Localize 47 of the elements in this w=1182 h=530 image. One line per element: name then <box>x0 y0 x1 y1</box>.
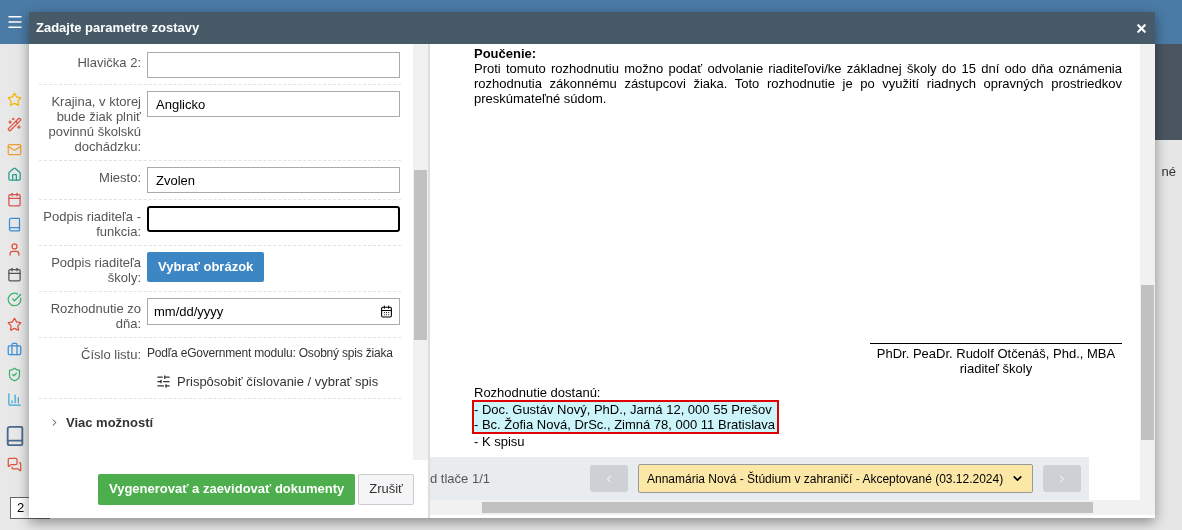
field-label: Podpis riaditeľa školy: <box>50 254 141 285</box>
briefcase-icon[interactable] <box>7 342 22 357</box>
shield-icon[interactable] <box>7 367 22 382</box>
document-select[interactable]: Annamária Nová - Štúdium v zahraničí - Akceptované (03.12.2024) <box>638 464 1034 493</box>
field-label: Rozhodnutie zo dňa: <box>49 300 141 331</box>
cancel-button[interactable]: Zrušiť <box>358 473 414 505</box>
scrollbar[interactable] <box>1140 44 1155 500</box>
field-label: Krajina, v ktorej bude žiak plniť povinnú školskú dochádzku: <box>47 93 141 154</box>
field-value: Podľa eGovernment modulu: Osobný spis žiaka <box>147 345 393 362</box>
signature-name: PhDr. PeaDr. Rudolf Otčenáš, Phd., MBA <box>876 346 1116 361</box>
scrollbar[interactable] <box>430 500 1155 515</box>
paragraph: Proti tomuto rozhodnutiu možno podať odvolanie riaditeľovi/ke základnej školy do 15 dní odo dňa oznámenia rozhodnutia zákonnému zástupcovi žiaka. Toto rozhodnutie je po využití riadnych opravných prostriedkov preskúmateľné súdom. <box>474 61 1122 106</box>
recipient-line: - K spisu <box>474 434 526 449</box>
user-icon[interactable] <box>7 242 22 257</box>
text-field[interactable] <box>147 206 400 232</box>
wand-icon[interactable] <box>7 117 22 132</box>
select-image-button[interactable]: Vybrať obrázok <box>147 252 265 282</box>
field-label: Hlavička 2: <box>76 54 141 72</box>
section-heading: Poučenie: <box>474 46 538 61</box>
scrollbar-thumb[interactable] <box>1141 285 1154 440</box>
sliders-icon <box>156 374 171 390</box>
text-field[interactable]: Anglicko <box>147 91 400 117</box>
scrollbar-thumb[interactable] <box>414 170 427 340</box>
field-label: Číslo listu: <box>80 346 141 364</box>
customize-numbering-link[interactable]: Prispôsobiť číslovanie / vybrať spis <box>156 372 393 392</box>
book-icon[interactable] <box>7 217 22 232</box>
scrollbar-thumb[interactable] <box>482 502 1093 513</box>
page-label: d tlače 1/1 <box>430 469 491 488</box>
check-circle-icon[interactable] <box>7 292 22 307</box>
field-label: Podpis riaditeľa - funkcia: <box>42 208 141 239</box>
close-icon[interactable] <box>1135 21 1148 35</box>
chat-icon[interactable] <box>7 457 22 472</box>
scrollbar[interactable] <box>413 44 428 460</box>
star-icon[interactable] <box>7 92 22 107</box>
menu-icon[interactable] <box>5 13 24 31</box>
signature-role: riaditeľ školy <box>959 361 1033 376</box>
home-icon[interactable] <box>7 167 22 182</box>
date-field[interactable]: mm/dd/yyyy <box>147 298 400 325</box>
more-options-toggle[interactable]: Viac možností <box>39 412 154 432</box>
bar-chart-icon[interactable] <box>7 392 22 407</box>
text-field[interactable]: Zvolen <box>147 167 400 193</box>
dialog-title: Zadajte parametre zostavy <box>36 19 201 38</box>
field-label: Miesto: <box>98 169 141 187</box>
calendar-icon[interactable] <box>380 305 393 318</box>
recipients-heading: Rozhodnutie dostanú: <box>474 385 602 400</box>
text-field[interactable] <box>147 52 400 78</box>
mail-icon[interactable] <box>7 142 22 157</box>
